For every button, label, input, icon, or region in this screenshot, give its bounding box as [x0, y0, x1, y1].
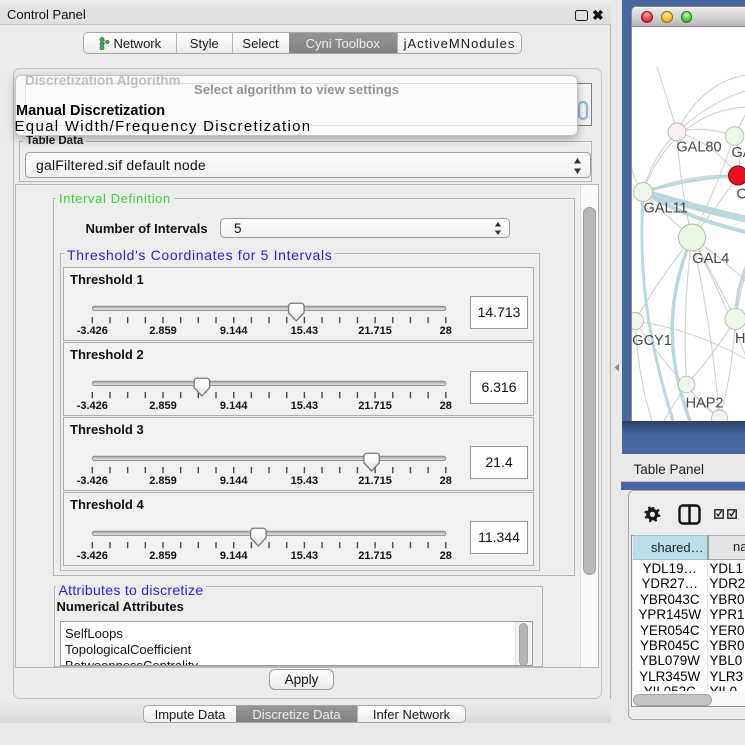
- svg-text:GAL80: GAL80: [676, 139, 721, 155]
- svg-text:GA: GA: [732, 145, 745, 161]
- svg-text:H: H: [735, 331, 745, 347]
- svg-text:GCY1: GCY1: [632, 333, 672, 349]
- svg-text:HAP2: HAP2: [686, 395, 724, 411]
- svg-text:CD: CD: [737, 186, 745, 202]
- svg-text:GAL4: GAL4: [692, 251, 729, 267]
- svg-text:GAL11: GAL11: [644, 200, 688, 216]
